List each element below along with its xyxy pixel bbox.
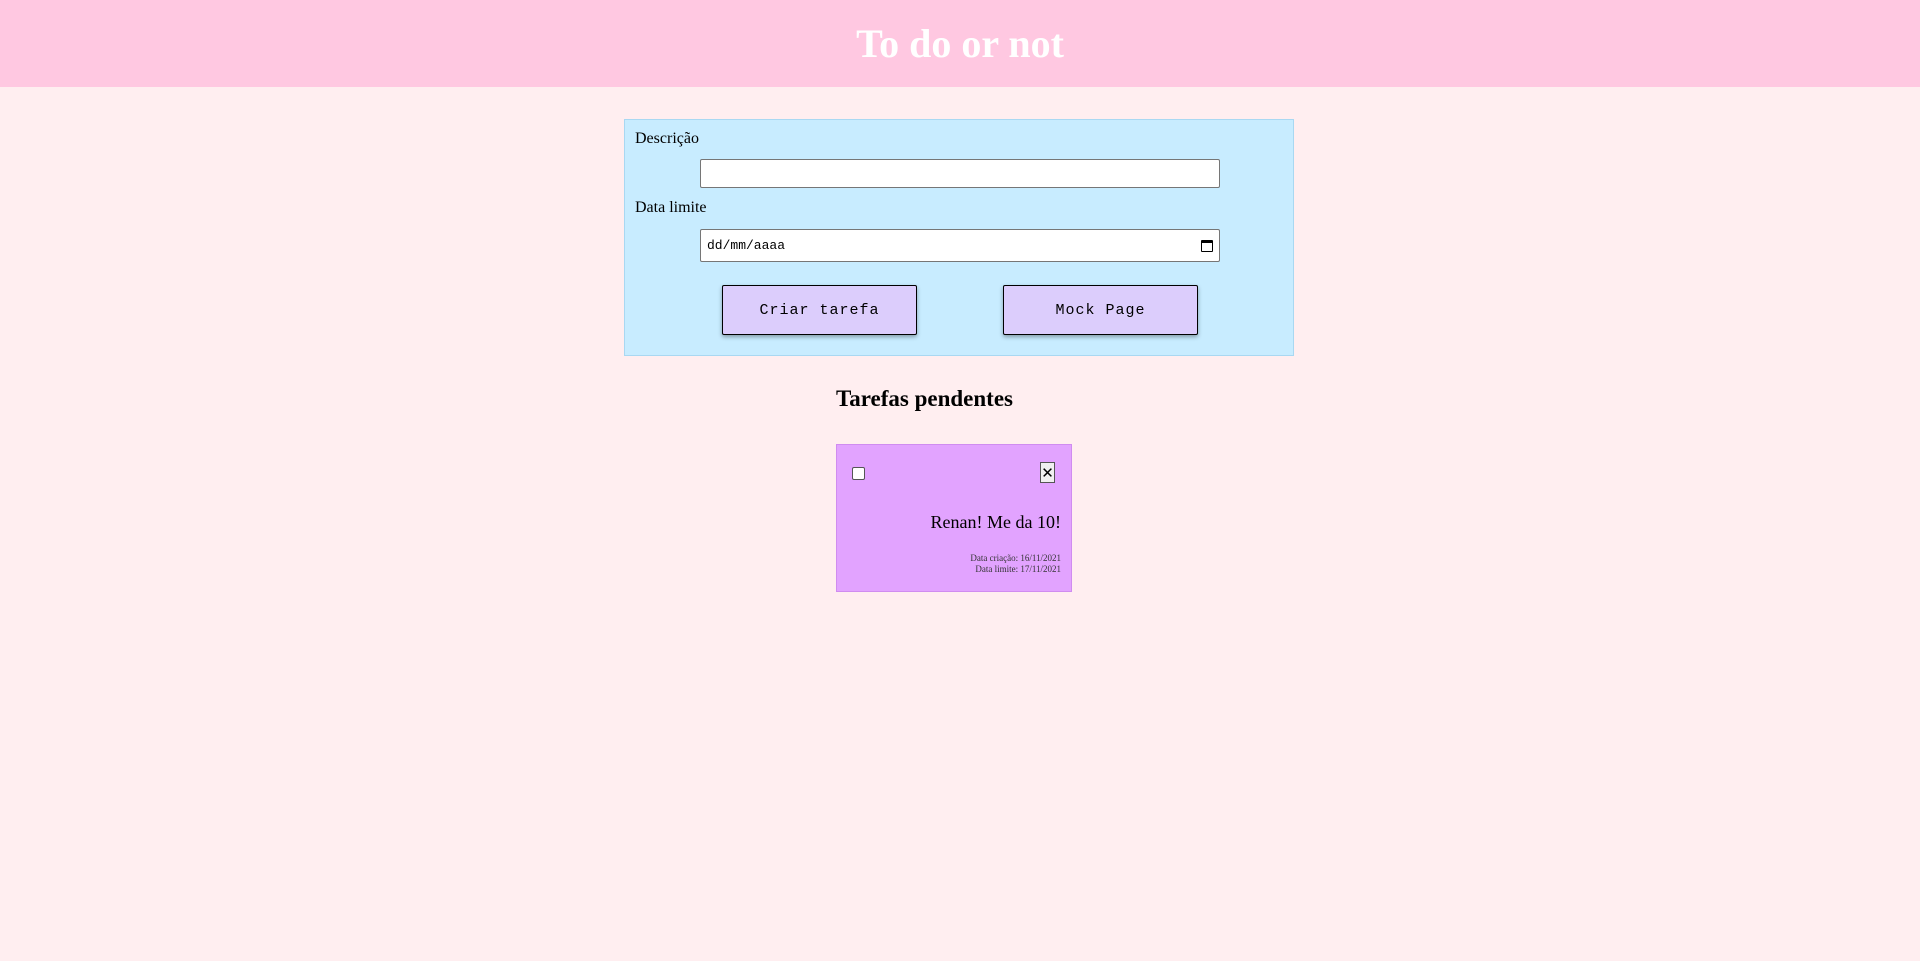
task-card: ✕ Renan! Me da 10! Data criação: 16/11/2… xyxy=(836,444,1072,592)
task-deadline-date: Data limite: 17/11/2021 xyxy=(975,564,1061,574)
task-description: Renan! Me da 10! xyxy=(930,512,1061,532)
task-dates: Data criação: 16/11/2021 Data limite: 17… xyxy=(970,553,1061,575)
calendar-icon[interactable] xyxy=(1201,239,1213,252)
app-title: To do or not xyxy=(856,21,1064,66)
pending-tasks-heading: Tarefas pendentes xyxy=(836,386,1013,411)
task-done-checkbox[interactable] xyxy=(852,467,865,480)
deadline-label: Data limite xyxy=(635,199,707,216)
delete-task-button[interactable]: ✕ xyxy=(1040,462,1055,483)
date-placeholder: dd/mm/aaaa xyxy=(707,238,786,253)
create-task-button[interactable]: Criar tarefa xyxy=(722,285,917,335)
mock-page-button[interactable]: Mock Page xyxy=(1003,285,1198,335)
description-label: Descrição xyxy=(635,130,699,147)
description-input[interactable] xyxy=(700,159,1220,188)
app-header: To do or not xyxy=(0,0,1920,87)
task-created-date: Data criação: 16/11/2021 xyxy=(970,553,1061,563)
task-form: Descrição Data limite dd/mm/aaaa Criar t… xyxy=(624,119,1294,356)
deadline-date-input[interactable]: dd/mm/aaaa xyxy=(700,229,1220,262)
